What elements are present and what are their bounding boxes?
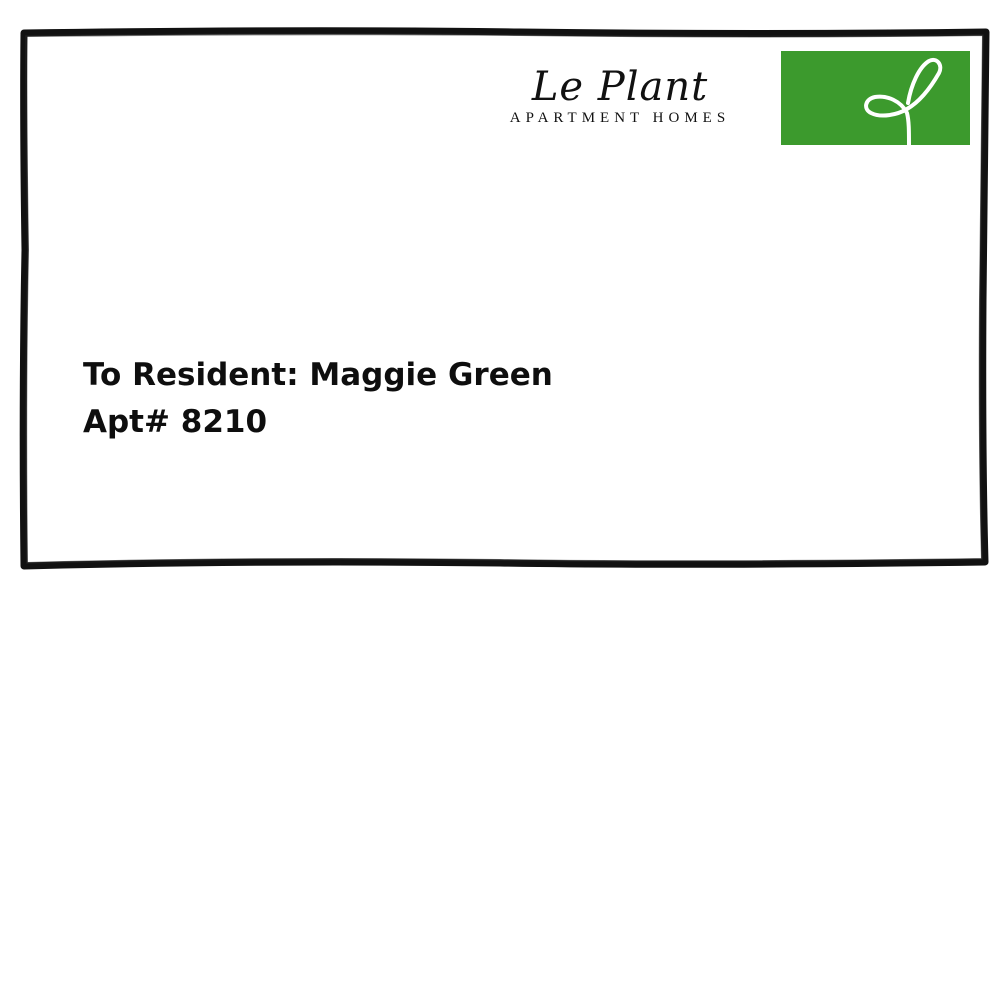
brand-name: Le Plant — [531, 64, 709, 110]
recipient-address: To Resident: Maggie Green Apt# 8210 — [83, 352, 553, 446]
sprout-icon — [781, 51, 970, 145]
recipient-name: To Resident: Maggie Green — [83, 357, 553, 393]
brand-tagline: APARTMENT HOMES — [509, 110, 731, 126]
envelope: Le Plant APARTMENT HOMES To Resident: Ma… — [0, 0, 1000, 580]
stamp — [781, 51, 970, 145]
recipient-apartment: Apt# 8210 — [83, 404, 268, 440]
brand-logo: Le Plant APARTMENT HOMES — [480, 66, 760, 127]
